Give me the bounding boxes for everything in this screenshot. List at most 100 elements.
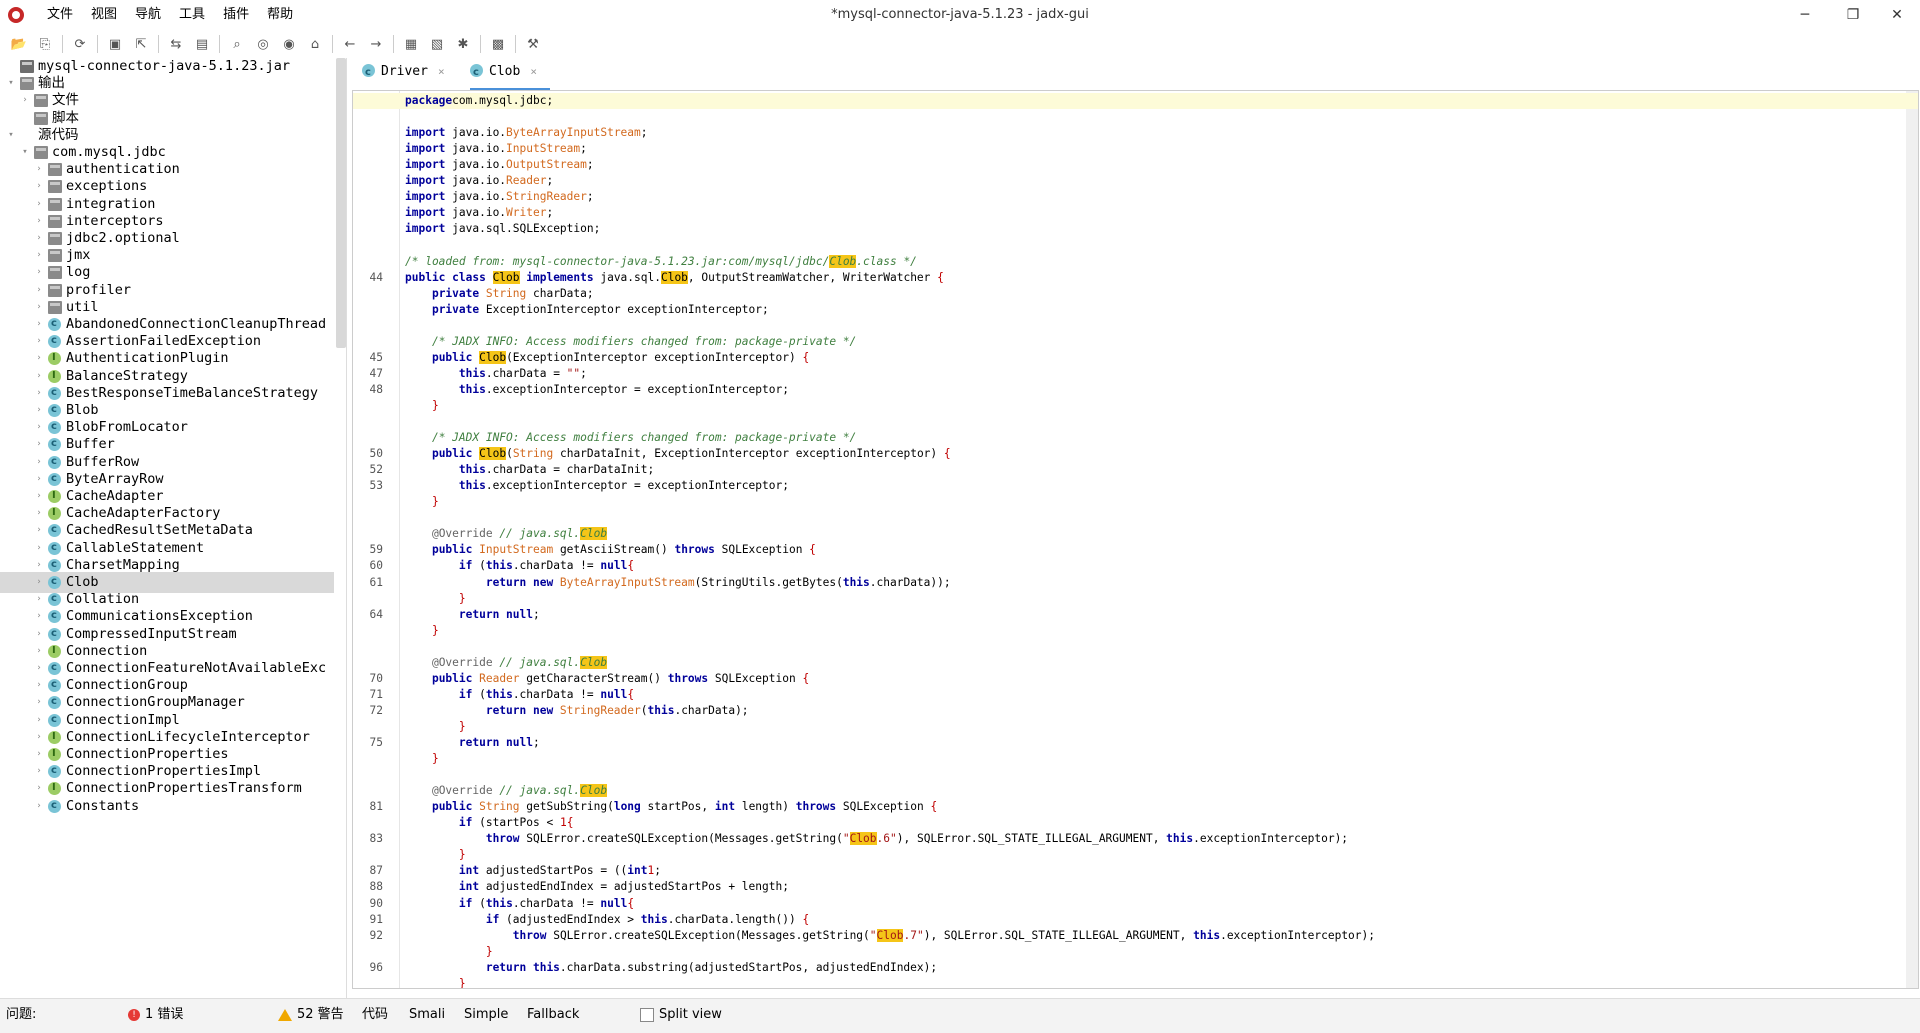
view-tab-smali[interactable]: Smali <box>409 1006 445 1024</box>
deobf-icon[interactable]: ▩ <box>488 34 508 54</box>
interface-icon <box>48 366 61 386</box>
tree-icon[interactable]: ▤ <box>192 34 212 54</box>
code-line: 52 this.charData = charDataInit; <box>353 462 1918 478</box>
code-line: /* JADX INFO: Access modifiers changed f… <box>353 430 1918 446</box>
code-text: return new ByteArrayInputStream(StringUt… <box>485 575 951 589</box>
code-editor[interactable]: packagecom.mysql.jdbc; import java.io.Byt… <box>352 90 1919 989</box>
class-icon <box>48 606 61 626</box>
class-icon <box>48 572 61 592</box>
code-text: if (startPos < 1{ <box>458 816 574 830</box>
class-icon <box>48 417 61 437</box>
view-tab-simple[interactable]: Simple <box>464 1006 508 1024</box>
package-icon <box>48 283 62 297</box>
code-text: /* JADX INFO: Access modifiers changed f… <box>431 431 857 445</box>
tree-scrollbar[interactable] <box>336 58 346 348</box>
tab-driver[interactable]: Driver × <box>362 58 452 88</box>
tree-item[interactable]: › Constants <box>0 796 334 817</box>
line-number: 92 <box>369 928 383 942</box>
code-line: 81 public String getSubString(long start… <box>353 799 1918 815</box>
toolbar-separator <box>158 35 159 53</box>
code-text: import java.sql.SQLException; <box>405 222 601 236</box>
line-number: 52 <box>369 463 383 477</box>
line-number: 83 <box>369 832 383 846</box>
code-text: return this.charData.substring(adjustedS… <box>485 960 938 974</box>
menu-tools[interactable]: 工具 <box>170 6 214 24</box>
title-bar: 文件 视图 导航 工具 插件 帮助 *mysql-connector-java-… <box>0 0 1920 30</box>
code-line: import java.io.StringReader; <box>353 189 1918 205</box>
refresh-icon[interactable]: ⟳ <box>70 34 90 54</box>
code-text: import java.io.Writer; <box>405 206 554 220</box>
code-line: 60 if (this.charData != null{ <box>353 558 1918 574</box>
minimize-button[interactable]: ─ <box>1782 0 1828 30</box>
warning-icon <box>278 1008 292 1021</box>
line-number: 90 <box>369 896 383 910</box>
view-tab-code[interactable]: 代码 <box>362 1006 388 1024</box>
warnings-indicator[interactable]: 52 警告 <box>278 1006 344 1024</box>
chevron-right-icon[interactable]: › <box>34 796 44 817</box>
quark-icon[interactable]: ▦ <box>401 34 421 54</box>
menu-view[interactable]: 视图 <box>82 6 126 24</box>
menu-plugins[interactable]: 插件 <box>214 6 258 24</box>
tab-close-icon[interactable]: × <box>530 65 537 78</box>
back-icon[interactable]: ← <box>340 34 360 54</box>
tab-clob[interactable]: Clob × <box>470 58 550 91</box>
log-icon[interactable]: ▧ <box>427 34 447 54</box>
line-number: 91 <box>369 912 383 926</box>
class-icon <box>48 692 61 712</box>
search-class-icon[interactable]: ◎ <box>253 34 273 54</box>
home-icon[interactable]: ⌂ <box>305 34 325 54</box>
code-text: throw SQLError.createSQLException(Messag… <box>512 928 1375 942</box>
code-text: if (this.charData != null{ <box>458 559 635 573</box>
toolbar-separator <box>97 35 98 53</box>
add-file-icon[interactable]: ⎘ <box>35 34 55 54</box>
settings-icon[interactable]: ⚒ <box>523 34 543 54</box>
export-icon[interactable]: ⇱ <box>131 34 151 54</box>
interface-icon <box>48 348 61 368</box>
sync-icon[interactable]: ⇆ <box>166 34 186 54</box>
code-line: 53 this.exceptionInterceptor = exception… <box>353 478 1918 494</box>
interface-icon <box>48 744 61 764</box>
forward-icon[interactable]: → <box>366 34 386 54</box>
code-text: packagecom.mysql.jdbc; <box>405 94 554 107</box>
toolbar-separator <box>332 35 333 53</box>
split-view-checkbox[interactable] <box>640 1007 654 1022</box>
code-text: this.exceptionInterceptor = exceptionInt… <box>458 382 789 396</box>
search-usage-icon[interactable]: ◉ <box>279 34 299 54</box>
menu-navigation[interactable]: 导航 <box>126 6 170 24</box>
debug-icon[interactable]: ✱ <box>453 34 473 54</box>
code-line: 48 this.exceptionInterceptor = exception… <box>353 382 1918 398</box>
code-line: 70 public Reader getCharacterStream() th… <box>353 671 1918 687</box>
view-tab-fallback[interactable]: Fallback <box>527 1006 579 1024</box>
tab-close-icon[interactable]: × <box>438 65 445 78</box>
menu-help[interactable]: 帮助 <box>258 6 302 24</box>
split-view-toggle[interactable]: Split view <box>640 1006 722 1024</box>
problems-label: 问题: <box>6 1007 37 1022</box>
project-tree: mysql-connector-java-5.1.23.jar ▾ 输出 › 文件 脚本 ▾… <box>0 58 347 998</box>
tab-label: Driver <box>381 64 428 79</box>
menu-file[interactable]: 文件 <box>38 6 82 24</box>
code-text: public class Clob implements java.sql.Cl… <box>405 270 944 284</box>
code-text: /* loaded from: mysql-connector-java-5.1… <box>405 254 917 268</box>
restore-button[interactable]: ❐ <box>1830 0 1876 30</box>
search-icon[interactable]: ⌕ <box>227 34 247 54</box>
status-bar: 问题: ! 1 错误 52 警告 代码 Smali Simple Fallback… <box>0 998 1920 1033</box>
code-text: } <box>431 495 439 509</box>
code-text: public InputStream getAsciiStream() thro… <box>431 543 816 557</box>
package-icon <box>34 146 48 159</box>
class-icon <box>48 434 61 454</box>
errors-indicator[interactable]: ! 1 错误 <box>128 1006 183 1024</box>
open-file-icon[interactable]: 📂 <box>9 34 29 54</box>
toolbar-separator <box>393 35 394 53</box>
code-text: this.charData = ""; <box>458 366 587 380</box>
code-text: @Override // java.sql.Clob <box>431 527 608 541</box>
line-number: 53 <box>369 479 383 493</box>
error-icon: ! <box>128 1008 140 1021</box>
code-line: /* loaded from: mysql-connector-java-5.1… <box>353 254 1918 270</box>
code-text: return null; <box>458 736 540 749</box>
close-button[interactable]: ✕ <box>1874 0 1920 30</box>
code-text: public Reader getCharacterStream() throw… <box>431 671 810 685</box>
code-line: } <box>353 751 1918 767</box>
save-icon[interactable]: ▣ <box>105 34 125 54</box>
